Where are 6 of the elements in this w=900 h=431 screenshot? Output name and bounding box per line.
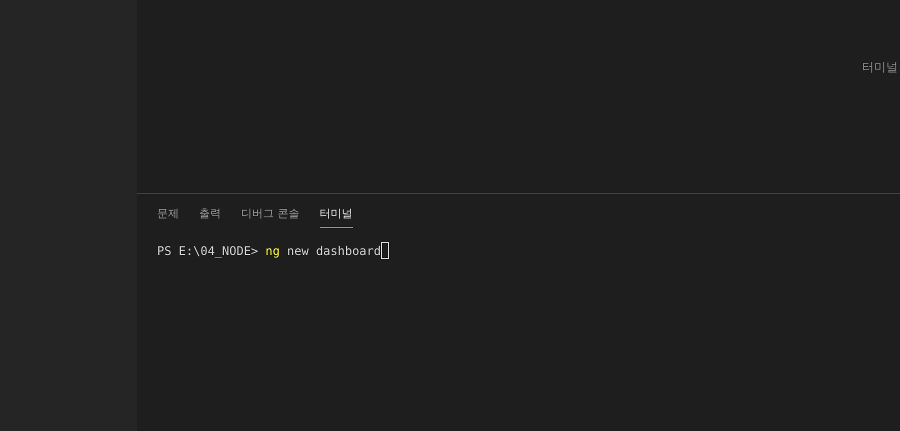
panel-tab[interactable]: 터미널 <box>320 204 352 228</box>
terminal-line: PS E:\04_NODE> ng new dashboard <box>157 244 381 258</box>
panel-tab[interactable]: 문제 <box>157 204 179 228</box>
hint-text: 터미널 <box>862 59 898 76</box>
panel-tab[interactable]: 출력 <box>199 204 221 228</box>
panel-tab[interactable]: 디버그 콘솔 <box>241 204 300 228</box>
